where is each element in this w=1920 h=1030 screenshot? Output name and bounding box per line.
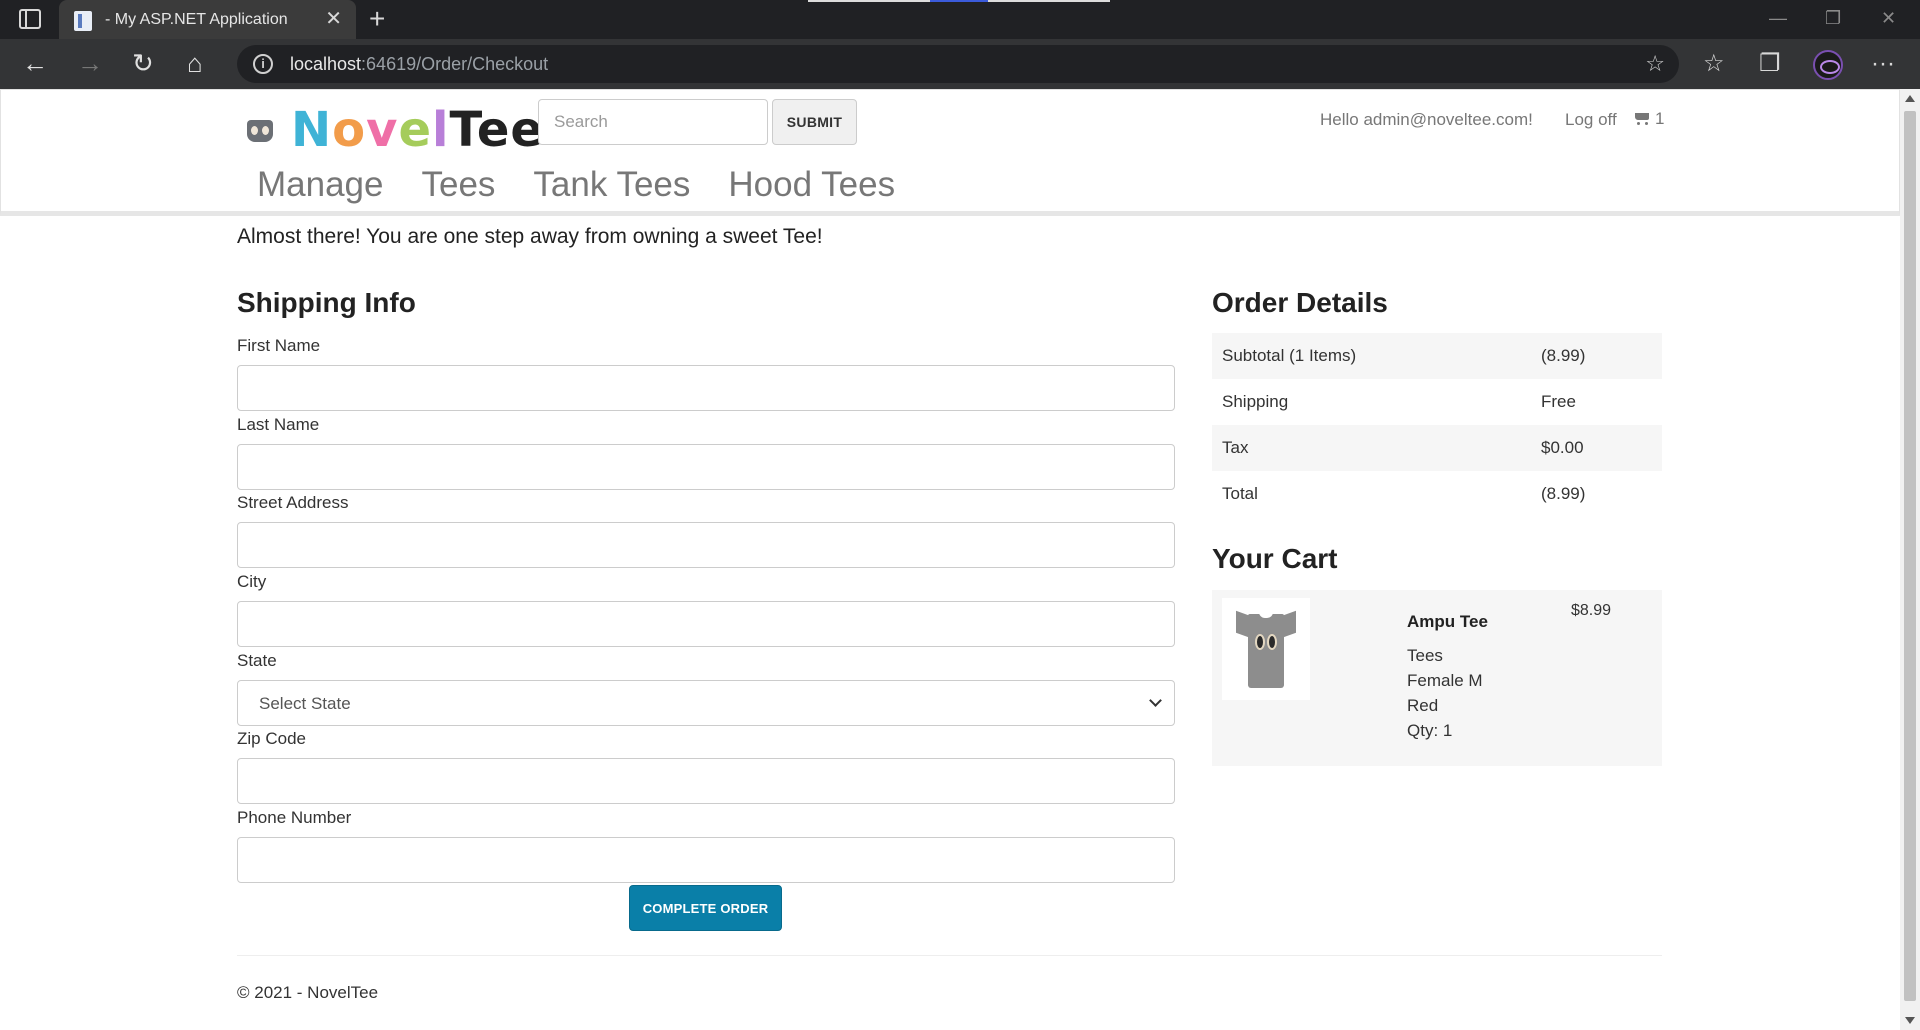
phone-number-input[interactable] [237, 837, 1175, 883]
tshirt-icon [1236, 608, 1296, 690]
table-row: Subtotal (1 Items) (8.99) [1212, 333, 1662, 379]
address-bar[interactable]: i localhost:64619/Order/Checkout ☆ [237, 45, 1679, 83]
scrollbar-thumb[interactable] [1904, 111, 1916, 1001]
main-nav: Manage Tees Tank Tees Hood Tees [257, 162, 895, 208]
footer-divider [237, 955, 1662, 956]
nav-hood-tees[interactable]: Hood Tees [728, 162, 895, 208]
browser-tab-bar: - My ASP.NET Application ✕ + — ❐ ✕ [0, 0, 1920, 39]
cart-item-qty: Qty: 1 [1407, 721, 1453, 740]
product-thumbnail[interactable] [1222, 598, 1310, 700]
cart-item-name[interactable]: Ampu Tee [1407, 612, 1488, 632]
minimize-icon[interactable]: — [1769, 7, 1787, 29]
url-text: localhost:64619/Order/Checkout [290, 54, 549, 74]
state-select[interactable]: Select State [237, 680, 1175, 726]
new-tab-icon[interactable]: + [369, 3, 385, 35]
cart-item-color: Red [1407, 696, 1439, 715]
last-name-label: Last Name [237, 415, 320, 434]
footer-copyright: © 2021 - NovelTee [237, 983, 379, 1002]
summary-value: $0.00 [1531, 425, 1662, 471]
add-favorite-icon[interactable]: ☆ [1645, 51, 1665, 77]
zip-code-label: Zip Code [237, 729, 306, 748]
loading-indicator [808, 0, 1110, 2]
table-row: Shipping Free [1212, 379, 1662, 425]
tab-actions-icon[interactable] [19, 9, 41, 29]
state-label: State [237, 651, 277, 670]
logoff-link[interactable]: Log off [1565, 110, 1617, 130]
site-header: NovelTee SUBMIT Hello admin@noveltee.com… [0, 89, 1900, 216]
collections-icon[interactable]: ❐ [1759, 50, 1781, 78]
profile-avatar[interactable] [1813, 50, 1843, 80]
street-address-label: Street Address [237, 493, 349, 512]
cart-item-category: Tees [1407, 646, 1443, 665]
checkout-tagline: Almost there! You are one step away from… [237, 225, 823, 248]
complete-order-button[interactable]: COMPLETE ORDER [629, 885, 782, 931]
favorites-icon[interactable]: ☆ [1703, 50, 1725, 78]
city-input[interactable] [237, 601, 1175, 647]
search-input[interactable] [538, 99, 768, 145]
summary-label: Total [1222, 484, 1258, 503]
order-summary-table: Subtotal (1 Items) (8.99) Shipping Free … [1212, 333, 1662, 517]
first-name-input[interactable] [237, 365, 1175, 411]
order-details-heading: Order Details [1212, 287, 1388, 318]
summary-label: Shipping [1222, 392, 1289, 411]
shipping-heading: Shipping Info [237, 287, 416, 318]
city-label: City [237, 572, 267, 591]
cart-icon [1633, 111, 1651, 125]
zip-code-input[interactable] [237, 758, 1175, 804]
last-name-input[interactable] [237, 444, 1175, 490]
close-tab-icon[interactable]: ✕ [325, 7, 342, 31]
phone-number-label: Phone Number [237, 808, 352, 827]
nav-manage[interactable]: Manage [257, 162, 383, 208]
summary-value: (8.99) [1531, 333, 1662, 379]
summary-label: Tax [1212, 425, 1531, 471]
page-scrollbar[interactable] [1900, 89, 1920, 1030]
nav-tank-tees[interactable]: Tank Tees [533, 162, 690, 208]
search-submit-button[interactable]: SUBMIT [772, 99, 857, 145]
summary-value: (8.99) [1541, 484, 1586, 503]
cart-item-fit: Female M [1407, 671, 1483, 690]
table-row: Total (8.99) [1212, 471, 1662, 517]
first-name-label: First Name [237, 336, 321, 355]
cart-item-price: $8.99 [1571, 602, 1612, 619]
state-selected-value: Select State [259, 694, 351, 713]
page-viewport: NovelTee SUBMIT Hello admin@noveltee.com… [0, 89, 1900, 1030]
window-close-icon[interactable]: ✕ [1881, 7, 1896, 29]
summary-label: Subtotal (1 Items) [1212, 333, 1531, 379]
back-icon[interactable]: ← [22, 48, 48, 78]
your-cart-heading: Your Cart [1212, 543, 1338, 574]
browser-tab-active[interactable]: - My ASP.NET Application ✕ [59, 0, 356, 39]
summary-value: Free [1541, 392, 1576, 411]
chevron-down-icon [1149, 694, 1162, 707]
table-row: Tax $0.00 [1212, 425, 1662, 471]
user-greeting-link[interactable]: Hello admin@noveltee.com! [1320, 110, 1533, 130]
tab-title: - My ASP.NET Application [105, 11, 288, 28]
home-icon[interactable]: ⌂ [187, 48, 203, 78]
cart-link[interactable]: 1 [1633, 109, 1664, 129]
site-logo[interactable]: NovelTee [291, 102, 544, 158]
cart-item: Ampu Tee $8.99 Tees Female M Red Qty: 1 [1212, 590, 1662, 766]
scroll-down-icon[interactable] [1905, 1017, 1915, 1024]
forward-icon[interactable]: → [77, 48, 103, 78]
logo-mascot-icon[interactable] [247, 120, 273, 142]
cart-count: 1 [1655, 109, 1665, 128]
reload-icon[interactable]: ↻ [132, 48, 154, 78]
page-favicon-icon [74, 11, 92, 31]
nav-tees[interactable]: Tees [421, 162, 495, 208]
site-info-icon[interactable]: i [253, 54, 273, 74]
restore-icon[interactable]: ❐ [1825, 7, 1841, 29]
scroll-up-icon[interactable] [1905, 95, 1915, 102]
street-address-input[interactable] [237, 522, 1175, 568]
more-options-icon[interactable]: ··· [1871, 50, 1895, 78]
